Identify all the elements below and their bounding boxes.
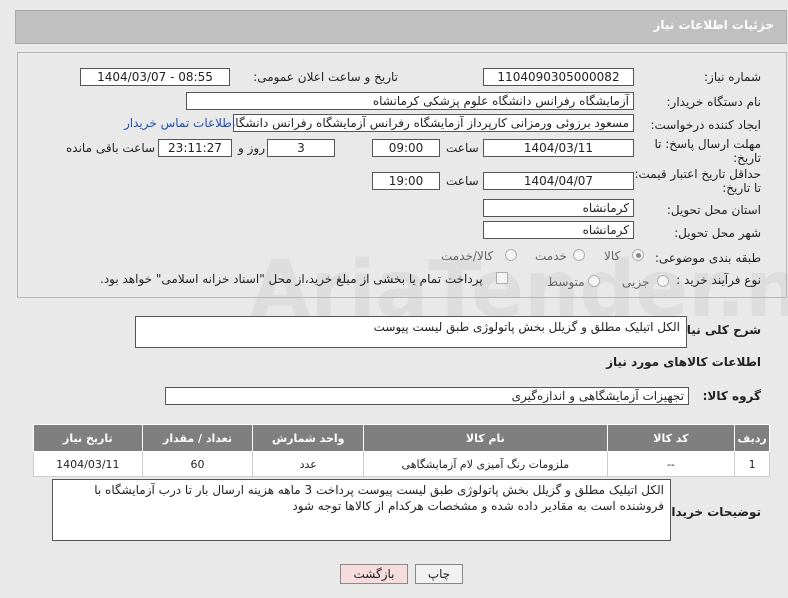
category-option-service: خدمت [535,249,567,263]
col-date-header: تاریخ نیاز [33,424,143,452]
purchase-radio-minor[interactable] [657,275,669,287]
cell-qty: 60 [141,451,254,477]
goods-section-title: اطلاعات کالاهای مورد نیاز [606,355,761,369]
category-label: طبقه بندی موضوعی: [654,251,761,265]
purchase-option-medium: متوسط [547,275,585,289]
contact-buyer-link[interactable]: اطلاعات تماس خریدار [124,116,235,130]
col-code-header: کد کالا [606,424,736,452]
col-unit-header: واحد شمارش [252,424,365,452]
page-title: جزئیات اطلاعات نیاز [653,18,774,32]
goods-group-field: تجهیزات آزمایشگاهی و اندازه‌گیری [165,387,689,405]
deadline-date-field: 1404/03/11 [483,139,634,157]
creator-field: مسعود برزوئی ورمزانی کارپرداز آزمایشگاه … [233,114,634,132]
goods-group-label: گروه کالا: [702,389,761,403]
validity-time-label: ساعت [446,174,479,188]
category-option-goods: کالا [604,249,621,263]
need-number-field: 1104090305000082 [483,68,634,86]
table-row[interactable]: 1 -- ملزومات رنگ آمیزی لام آزمایشگاهی عد… [33,451,770,477]
treasury-note: پرداخت تمام یا بخشی از مبلغ خرید،از محل … [100,272,483,286]
remaining-time-field: 23:11:27 [158,139,232,157]
purchase-radio-medium[interactable] [588,275,600,287]
print-button[interactable]: چاپ [415,564,463,584]
deadline-date-label: تاریخ: [733,151,761,165]
col-row-header: ردیف [734,424,770,452]
cell-row: 1 [734,451,770,477]
city-field: کرمانشاه [483,221,634,239]
validity-date-label: تا تاریخ: [722,181,761,195]
summary-label: شرح کلی نیاز: [675,323,761,337]
validity-date-field: 1404/04/07 [483,172,634,190]
deadline-time-field: 09:00 [372,139,440,157]
province-field: کرمانشاه [483,199,634,217]
table-header-row: ردیف کد کالا نام کالا واحد شمارش تعداد /… [33,424,770,452]
announce-field: 1404/03/07 - 08:55 [80,68,230,86]
buyer-org-label: نام دستگاه خریدار: [666,95,762,109]
city-label: شهر محل تحویل: [674,226,761,240]
days-field: 3 [267,139,335,157]
remaining-label: ساعت باقی مانده [66,141,156,155]
back-button[interactable]: بازگشت [340,564,408,584]
province-label: استان محل تحویل: [666,203,761,217]
col-qty-header: تعداد / مقدار [141,424,254,452]
category-option-both: کالا/خدمت [441,249,494,263]
buyer-notes-textarea[interactable]: الکل اتیلیک مطلق و گزیلل بخش پاتولوژی طب… [52,479,671,541]
cell-name: ملزومات رنگ آمیزی لام آزمایشگاهی [363,451,608,477]
category-radio-service[interactable] [573,249,585,261]
col-name-header: نام کالا [363,424,608,452]
days-label: روز و [238,141,265,155]
items-table: ردیف کد کالا نام کالا واحد شمارش تعداد /… [33,424,770,477]
deadline-time-label: ساعت [446,141,479,155]
announce-label: تاریخ و ساعت اعلان عمومی: [253,70,398,84]
purchase-type-label: نوع فرآیند خرید : [676,273,761,287]
category-radio-goods[interactable] [632,249,644,261]
deadline-label: مهلت ارسال پاسخ: تا [654,137,761,151]
buyer-notes-label: توضیحات خریدار: [659,505,761,519]
summary-textarea[interactable]: الکل اتیلیک مطلق و گزیلل بخش پاتولوژی طب… [135,316,687,348]
cell-code: -- [606,451,736,477]
validity-label: حداقل تاریخ اعتبار قیمت: [634,167,761,181]
purchase-option-minor: جزیی [622,275,650,289]
validity-time-field: 19:00 [372,172,440,190]
buyer-org-field: آزمایشگاه رفرانس دانشگاه علوم پزشکی کرما… [186,92,634,110]
cell-unit: عدد [252,451,365,477]
category-radio-both[interactable] [505,249,517,261]
need-number-label: شماره نیاز: [704,70,761,84]
cell-date: 1404/03/11 [33,451,143,477]
creator-label: ایجاد کننده درخواست: [650,118,761,132]
treasury-checkbox[interactable] [496,272,508,284]
